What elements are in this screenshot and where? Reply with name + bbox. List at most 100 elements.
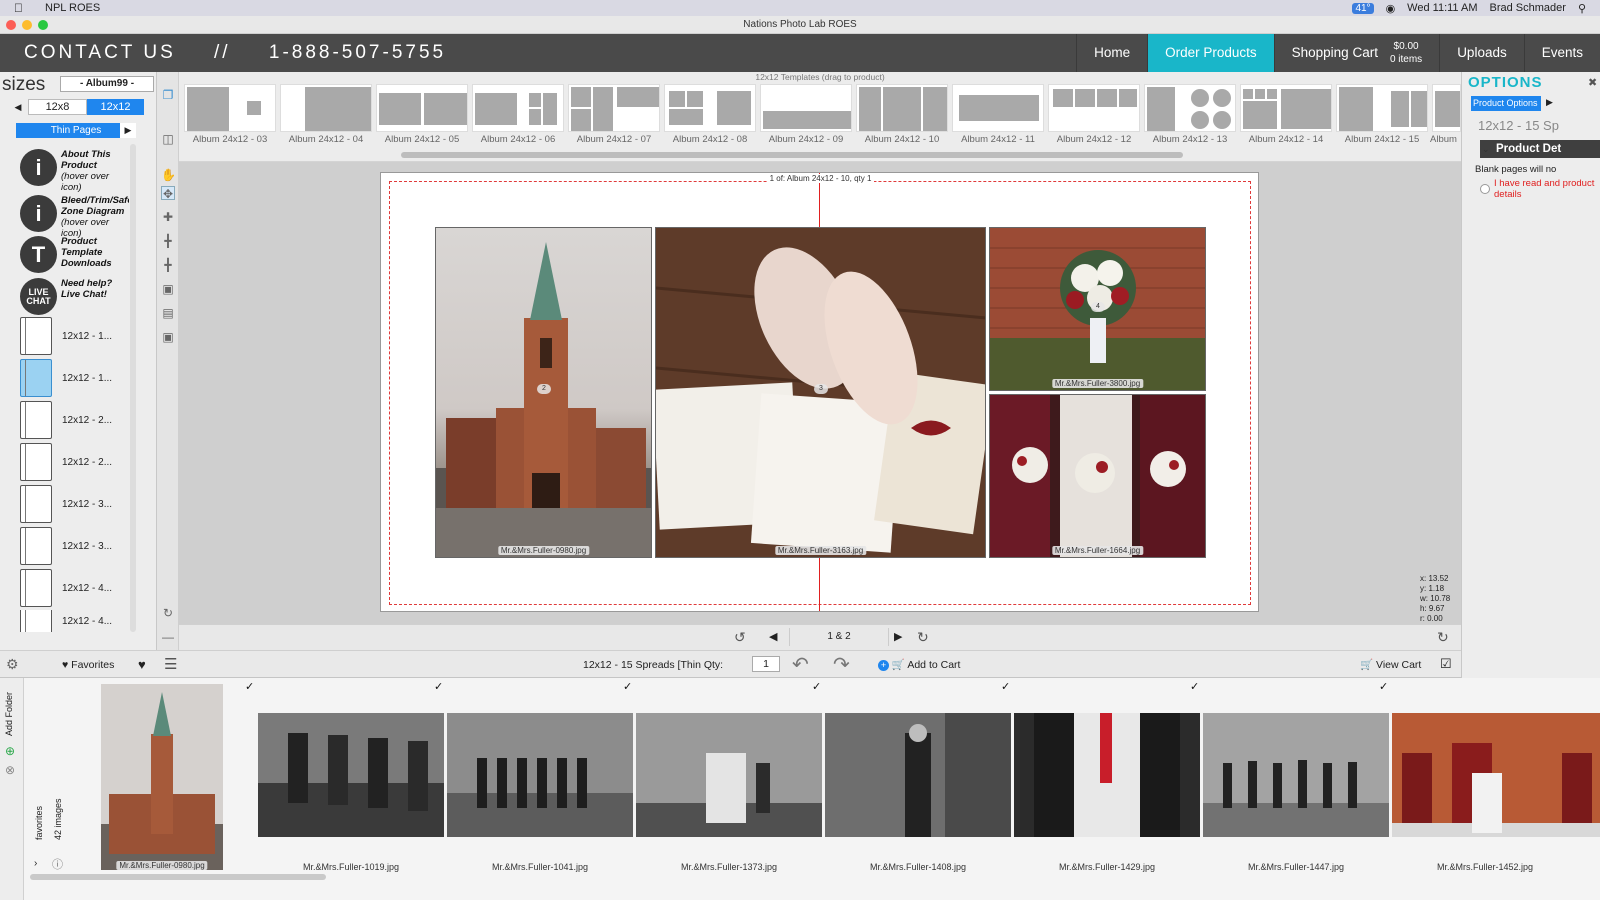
clock[interactable]: Wed 11:11 AM: [1407, 2, 1477, 14]
page-type-select[interactable]: Thin Pages: [16, 123, 136, 138]
live-chat-item[interactable]: LIVE CHAT Need help? Live Chat!: [20, 278, 123, 315]
layers-icon[interactable]: ☰: [164, 655, 177, 673]
sidebar-scrollbar[interactable]: [130, 144, 136, 632]
frame-icon[interactable]: ▤: [161, 306, 175, 320]
template-list-item[interactable]: 12x12 - 2...: [20, 442, 130, 482]
info-icon[interactable]: i: [20, 149, 57, 186]
hand-icon[interactable]: ✋: [161, 168, 176, 182]
photo-slot[interactable]: 2 Mr.&Mrs.Fuller-0980.jpg: [435, 227, 652, 558]
apple-icon[interactable]: : [14, 1, 23, 15]
photo-slot[interactable]: 3 Mr.&Mrs.Fuller-3163.jpg: [655, 227, 986, 558]
template-icon[interactable]: T: [20, 236, 57, 273]
template-thumb[interactable]: [1048, 84, 1140, 132]
minimize-window-button[interactable]: [22, 20, 32, 30]
checkout-icon[interactable]: ☑: [1440, 656, 1452, 672]
image-thumbnail[interactable]: [447, 713, 633, 837]
undo-icon[interactable]: ↶: [792, 652, 809, 677]
refresh-icon[interactable]: ↻: [161, 606, 175, 620]
user-name[interactable]: Brad Schmader: [1490, 2, 1566, 14]
bleed-trim-item[interactable]: i Bleed/Trim/Safe Zone Diagram (hover ove…: [20, 195, 129, 239]
zoom-window-button[interactable]: [38, 20, 48, 30]
nav-home[interactable]: Home: [1076, 34, 1147, 72]
photo-slot[interactable]: Mr.&Mrs.Fuller-1664.jpg: [989, 394, 1206, 558]
template-downloads-item[interactable]: T Product Template Downloads: [20, 236, 123, 273]
add-folder-button[interactable]: Add Folder: [4, 692, 14, 736]
nav-order-products[interactable]: Order Products: [1147, 34, 1274, 72]
add-icon[interactable]: ⊕: [5, 744, 15, 758]
info-icon[interactable]: i: [20, 195, 57, 232]
image-thumbnail[interactable]: [258, 713, 444, 837]
template-thumb[interactable]: [952, 84, 1044, 132]
size-prev-arrow[interactable]: ◀: [8, 99, 28, 115]
template-list-item[interactable]: 12x12 - 4...: [20, 610, 130, 632]
album-select[interactable]: - Album99 -: [60, 76, 154, 92]
favorites-button[interactable]: ♥ Favorites: [62, 659, 114, 671]
minus-icon[interactable]: —: [161, 630, 175, 644]
move-icon[interactable]: ✥: [161, 186, 175, 201]
strip-scrollbar[interactable]: [401, 152, 1183, 158]
align-icon[interactable]: ╋: [161, 234, 175, 248]
template-thumb[interactable]: [184, 84, 276, 132]
info-icon[interactable]: ⓘ: [52, 856, 63, 872]
template-thumb[interactable]: [856, 84, 948, 132]
image-thumbnail[interactable]: [1014, 713, 1200, 837]
rotate-icon[interactable]: ↻: [1437, 629, 1449, 646]
template-thumb[interactable]: [568, 84, 660, 132]
image-thumbnail[interactable]: [636, 713, 822, 837]
copy-icon[interactable]: ❐: [161, 88, 175, 102]
template-list-item[interactable]: 12x12 - 3...: [20, 484, 130, 524]
template-thumb[interactable]: [760, 84, 852, 132]
last-page-icon[interactable]: ↻: [917, 629, 929, 646]
template-thumb[interactable]: [376, 84, 468, 132]
nav-uploads[interactable]: Uploads: [1439, 34, 1524, 72]
album-spread[interactable]: 1 of: Album 24x12 - 10, qty 1 2 Mr.&Mrs.…: [380, 172, 1259, 612]
wifi-icon[interactable]: ◉: [1386, 2, 1396, 15]
page-type-next-arrow[interactable]: ▶: [120, 123, 136, 138]
app-menu-name[interactable]: NPL ROES: [45, 2, 100, 14]
book-icon[interactable]: ◫: [161, 132, 175, 146]
template-thumb[interactable]: [280, 84, 372, 132]
close-window-button[interactable]: [6, 20, 16, 30]
agree-checkbox[interactable]: [1480, 184, 1490, 194]
template-list-item[interactable]: 12x12 - 1...: [20, 316, 130, 356]
template-thumb[interactable]: [664, 84, 756, 132]
gear-icon[interactable]: ⚙: [6, 656, 19, 673]
size-tab-12x12[interactable]: 12x12: [87, 99, 144, 115]
template-list-item[interactable]: 12x12 - 4...: [20, 568, 130, 608]
template-thumb[interactable]: [1432, 84, 1461, 132]
live-chat-icon[interactable]: LIVE CHAT: [20, 278, 57, 315]
product-details-header[interactable]: Product Det: [1480, 140, 1600, 158]
distribute-icon[interactable]: ╋: [161, 258, 175, 272]
crosshair-icon[interactable]: ✚: [161, 210, 175, 224]
folder-name[interactable]: favorites: [34, 806, 44, 840]
add-favorite-icon[interactable]: ♥: [138, 657, 146, 672]
photo-slot[interactable]: 4 Mr.&Mrs.Fuller-3800.jpg: [989, 227, 1206, 391]
product-options-tab[interactable]: Product Options: [1471, 96, 1541, 111]
next-page-icon[interactable]: ▶: [894, 630, 902, 643]
about-product-item[interactable]: i About This Product (hover over icon): [20, 149, 123, 193]
add-to-cart-button[interactable]: + 🛒 Add to Cart: [878, 658, 960, 671]
redo-icon[interactable]: ↷: [833, 652, 850, 677]
nav-shopping-cart[interactable]: Shopping Cart $0.00 0 items: [1273, 34, 1440, 72]
remove-icon[interactable]: ⊗: [5, 763, 15, 777]
template-thumb[interactable]: [1240, 84, 1332, 132]
nav-events[interactable]: Events: [1523, 34, 1600, 72]
collapse-panel-icon[interactable]: ✖: [1588, 76, 1597, 89]
size-tab-12x8[interactable]: 12x8: [28, 99, 87, 115]
image-thumbnail[interactable]: [825, 713, 1011, 837]
template-list-item[interactable]: 12x12 - 3...: [20, 526, 130, 566]
image-thumbnail[interactable]: Mr.&Mrs.Fuller-0980.jpg: [101, 684, 223, 870]
first-page-icon[interactable]: ↺: [734, 629, 746, 646]
template-list-item[interactable]: 12x12 - 2...: [20, 400, 130, 440]
weather-badge[interactable]: 41°: [1352, 2, 1374, 14]
image-thumbnail[interactable]: [1392, 713, 1600, 837]
template-thumb[interactable]: [472, 84, 564, 132]
chevron-down-icon[interactable]: ⌄: [1482, 144, 1490, 155]
chevron-right-icon[interactable]: ›: [34, 858, 37, 869]
filmstrip-scrollbar[interactable]: [30, 874, 326, 880]
contact-link[interactable]: CONTACT US: [24, 42, 176, 63]
quantity-input[interactable]: 1: [752, 656, 780, 672]
photo-fill-icon[interactable]: ▣: [161, 282, 175, 296]
template-list-item[interactable]: 12x12 - 1...: [20, 358, 130, 398]
template-thumb[interactable]: [1336, 84, 1428, 132]
